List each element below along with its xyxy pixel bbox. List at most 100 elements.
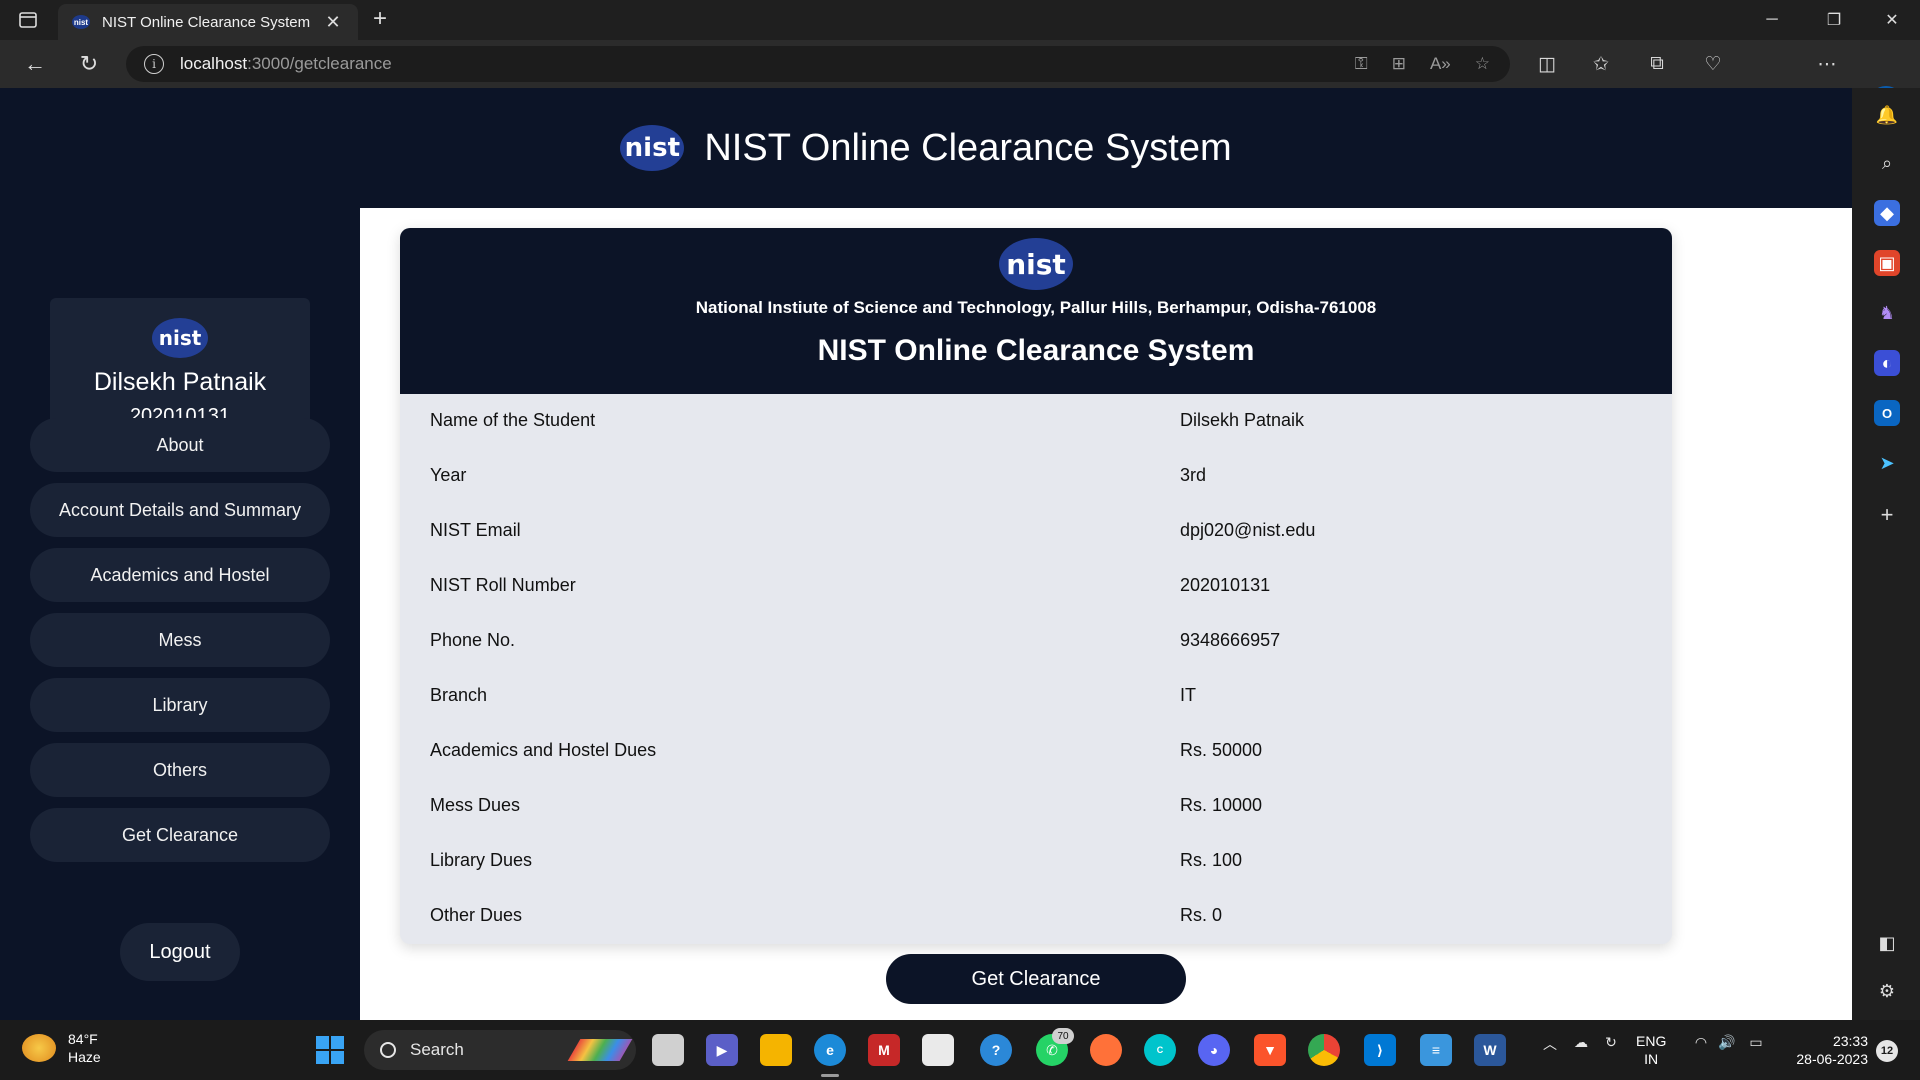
card-header: nist National Instiute of Science and Te… — [400, 228, 1672, 394]
logout-button[interactable]: Logout — [120, 923, 240, 981]
sidebar-item-others[interactable]: Others — [30, 743, 330, 797]
chrome-icon[interactable] — [1308, 1034, 1340, 1066]
windows-taskbar: 84°F Haze Search ▶ e M ? ✆ 70 C ◕ ▼ ⟩ ≡ … — [0, 1020, 1920, 1080]
skype-icon[interactable]: ? — [980, 1034, 1012, 1066]
sidebar-item-academics-hostel[interactable]: Academics and Hostel — [30, 548, 330, 602]
row-value: 3rd — [1180, 465, 1207, 485]
site-info-icon[interactable]: i — [144, 54, 164, 74]
word-icon[interactable]: W — [1474, 1034, 1506, 1066]
table-row: Other Dues Rs. 0 — [400, 889, 1672, 944]
weather-widget[interactable]: 84°F Haze — [22, 1030, 101, 1066]
sidebar-item-account-details[interactable]: Account Details and Summary — [30, 483, 330, 537]
page-title: NIST Online Clearance System — [704, 126, 1232, 169]
table-row: Mess Dues Rs. 10000 — [400, 779, 1672, 834]
notepad-icon[interactable]: ≡ — [1420, 1034, 1452, 1066]
vscode-icon[interactable]: ⟩ — [1364, 1034, 1396, 1066]
microsoft-store-icon[interactable] — [922, 1034, 954, 1066]
key-icon[interactable]: ⚿ — [1355, 54, 1368, 74]
tab-actions-icon[interactable] — [14, 8, 42, 32]
weather-temp: 84°F — [68, 1031, 98, 1047]
favorite-star-icon[interactable]: ☆ — [1475, 54, 1490, 74]
tools-briefcase-icon[interactable]: ▣ — [1874, 250, 1900, 276]
read-aloud-icon[interactable]: A» — [1430, 54, 1451, 74]
outlook-icon[interactable]: O — [1874, 400, 1900, 426]
shopping-tag-icon[interactable]: ◆ — [1874, 200, 1900, 226]
wifi-icon[interactable]: ◠ — [1690, 1034, 1712, 1051]
split-screen-icon[interactable]: ◫ — [1534, 52, 1560, 76]
collections-icon[interactable]: ⧉ — [1644, 52, 1670, 76]
sidebar-item-about[interactable]: About — [30, 418, 330, 472]
drop-send-icon[interactable]: ➤ — [1874, 450, 1900, 476]
institute-address: National Instiute of Science and Technol… — [695, 298, 1377, 317]
details-table: Name of the Student Dilsekh Patnaik Year 3… — [400, 394, 1672, 944]
show-hidden-icons[interactable]: ︿ — [1540, 1034, 1560, 1054]
brave-icon[interactable]: ▼ — [1254, 1034, 1286, 1066]
table-row: NIST Email dpj020@nist.edu — [400, 504, 1672, 559]
add-sidebar-app-icon[interactable]: + — [1874, 502, 1900, 528]
taskbar-search[interactable]: Search — [364, 1030, 636, 1070]
row-label: Other Dues — [430, 905, 523, 925]
task-view-icon[interactable] — [652, 1034, 684, 1066]
restore-icon[interactable]: ❐ — [1806, 4, 1862, 36]
weather-haze-icon — [22, 1034, 56, 1062]
sidebar-settings-icon[interactable]: ⚙ — [1874, 978, 1900, 1004]
get-clearance-button[interactable]: Get Clearance — [886, 954, 1186, 1004]
teams-chat-icon[interactable]: ▶ — [706, 1034, 738, 1066]
browser-tab[interactable]: nist NIST Online Clearance System ✕ — [58, 4, 358, 40]
refresh-icon[interactable]: ↻ — [74, 50, 104, 78]
onedrive-icon[interactable]: ☁ — [1568, 1034, 1594, 1051]
new-tab-icon[interactable]: + — [366, 6, 394, 34]
row-value: 9348666957 — [1180, 630, 1281, 650]
mcafee-icon[interactable]: M — [868, 1034, 900, 1066]
sync-icon[interactable]: ↻ — [1598, 1034, 1624, 1051]
row-value: Rs. 50000 — [1180, 740, 1263, 760]
apps-icon[interactable]: ⊞ — [1392, 54, 1406, 74]
language-indicator[interactable]: ENG IN — [1636, 1032, 1666, 1068]
weather-desc: Haze — [68, 1049, 101, 1065]
sidebar-item-get-clearance[interactable]: Get Clearance — [30, 808, 330, 862]
row-value: 202010131 — [1180, 575, 1271, 595]
canva-icon[interactable]: C — [1144, 1034, 1176, 1066]
search-icon[interactable]: ⌕ — [1874, 150, 1900, 176]
more-menu-icon[interactable]: ⋯ — [1814, 52, 1840, 76]
nist-logo: nist — [620, 125, 685, 171]
minimize-icon[interactable]: ─ — [1744, 4, 1800, 36]
close-tab-icon[interactable]: ✕ — [322, 12, 344, 33]
clock[interactable]: 23:33 28-06-2023 — [1780, 1032, 1868, 1068]
close-window-icon[interactable]: ✕ — [1864, 4, 1920, 36]
edge-sidebar: 🔔 ⌕ ◆ ▣ ♞ ◐ O ➤ + ◧ ⚙ — [1852, 88, 1920, 1020]
notifications-bell-icon[interactable]: 🔔 — [1874, 102, 1900, 128]
row-label: Year — [430, 465, 467, 485]
hide-sidebar-icon[interactable]: ◧ — [1874, 930, 1900, 956]
url-field[interactable]: i localhost:3000/getclearance ⚿ ⊞ A» ☆ — [126, 46, 1510, 82]
clearance-card: nist National Instiute of Science and Te… — [400, 228, 1672, 944]
row-label: NIST Roll Number — [430, 575, 576, 595]
edge-browser-icon[interactable]: e — [814, 1034, 846, 1066]
table-row: Name of the Student Dilsekh Patnaik — [400, 394, 1672, 449]
time: 23:33 — [1832, 1033, 1868, 1049]
table-row: NIST Roll Number 202010131 — [400, 559, 1672, 614]
url-host: localhost — [180, 54, 248, 73]
health-icon[interactable]: ♡ — [1700, 52, 1726, 76]
games-icon[interactable]: ♞ — [1874, 300, 1900, 326]
row-value: Dilsekh Patnaik — [1180, 410, 1305, 430]
copilot-icon[interactable]: ◐ — [1874, 350, 1900, 376]
sidebar-item-mess[interactable]: Mess — [30, 613, 330, 667]
row-value: Rs. 0 — [1180, 905, 1223, 925]
lang-bottom: IN — [1644, 1051, 1659, 1067]
volume-icon[interactable]: 🔊 — [1716, 1034, 1738, 1051]
whatsapp-badge: 70 — [1052, 1028, 1074, 1044]
sidebar: nist Dilsekh Patnaik 202010131 About Acc… — [0, 208, 360, 1020]
row-label: Academics and Hostel Dues — [430, 740, 657, 760]
file-explorer-icon[interactable] — [760, 1034, 792, 1066]
page-header: nist NIST Online Clearance System — [0, 88, 1852, 208]
notification-count[interactable]: 12 — [1876, 1040, 1898, 1062]
favorites-icon[interactable]: ✩ — [1588, 52, 1614, 76]
back-icon[interactable]: ← — [20, 50, 50, 78]
discord-icon[interactable]: ◕ — [1198, 1034, 1230, 1066]
battery-icon[interactable]: ▭ — [1744, 1034, 1768, 1051]
firefox-icon[interactable] — [1090, 1034, 1122, 1066]
sidebar-item-library[interactable]: Library — [30, 678, 330, 732]
row-value: dpj020@nist.edu — [1180, 520, 1316, 540]
windows-start-icon[interactable] — [316, 1036, 344, 1064]
